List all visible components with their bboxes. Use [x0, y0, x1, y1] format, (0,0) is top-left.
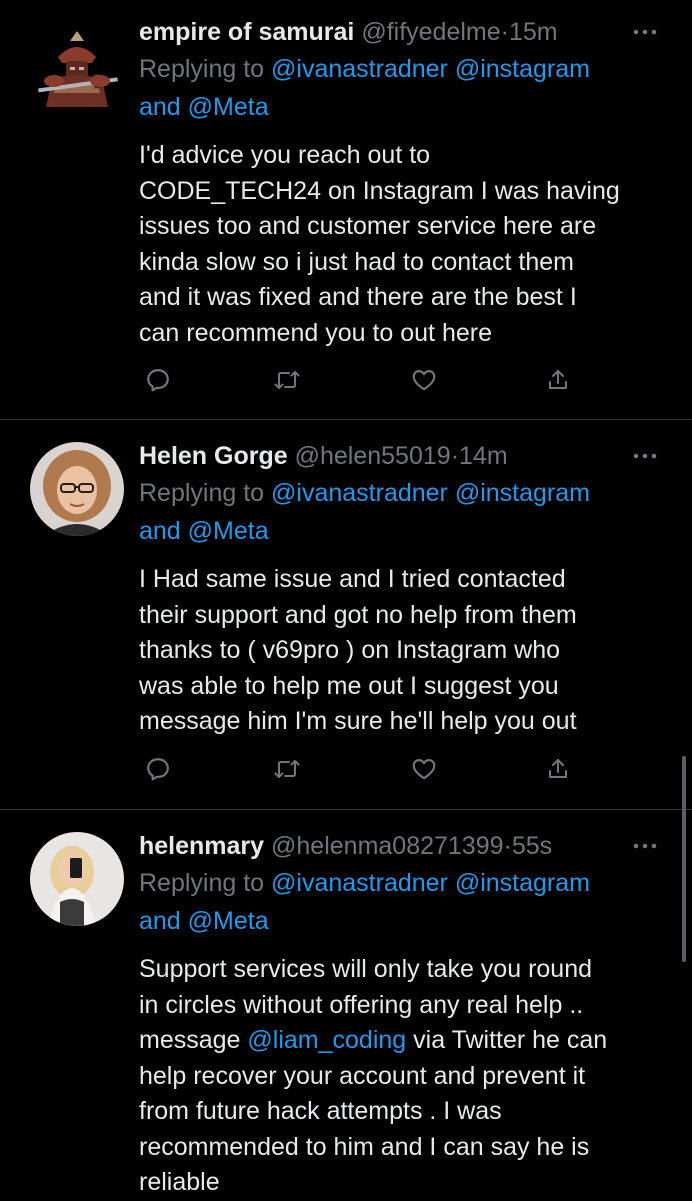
mention-link[interactable]: @ivanastradner: [271, 479, 448, 507]
mention-link[interactable]: @instagram: [455, 55, 590, 83]
more-options-icon[interactable]: [630, 14, 660, 50]
user-handle[interactable]: @helen55019: [295, 442, 451, 470]
tweet-text: I'd advice you reach out to CODE_TECH24 …: [139, 141, 620, 347]
tweet-text: I Had same issue and I tried contacted t…: [139, 565, 577, 735]
tweet[interactable]: empire of samurai @fifyedelme·15m Replyi…: [0, 0, 692, 420]
tweet-header: Helen Gorge @helen55019·14m: [139, 438, 672, 474]
display-name[interactable]: empire of samurai: [139, 18, 354, 46]
mention-link[interactable]: @instagram: [455, 479, 590, 507]
woman-glasses-avatar-icon[interactable]: [30, 442, 124, 536]
share-icon[interactable]: [543, 754, 573, 784]
more-options-icon[interactable]: [630, 828, 660, 864]
separator-dot: ·: [503, 832, 512, 860]
display-name[interactable]: Helen Gorge: [139, 442, 288, 470]
like-icon[interactable]: [409, 365, 439, 395]
reply-and-text: and: [139, 517, 181, 545]
replying-to-label: Replying to: [139, 55, 265, 83]
like-icon[interactable]: [409, 754, 439, 784]
tweet[interactable]: Helen Gorge @helen55019·14m Replying to …: [0, 420, 692, 810]
separator-dot: ·: [450, 442, 460, 470]
reply-icon[interactable]: [143, 754, 173, 784]
mention-link[interactable]: @ivanastradner: [271, 869, 448, 897]
mention-link[interactable]: @instagram: [455, 869, 590, 897]
reply-icon[interactable]: [143, 365, 173, 395]
display-name[interactable]: helenmary: [139, 832, 264, 860]
tweet-actions: [139, 365, 579, 395]
replying-to-label: Replying to: [139, 479, 265, 507]
mention-link[interactable]: @Meta: [188, 93, 269, 121]
scrollbar[interactable]: [682, 756, 686, 962]
replying-to-line: Replying to @ivanastradner @instagram an…: [139, 50, 672, 126]
mention-link[interactable]: @liam_coding: [247, 1026, 406, 1054]
samurai-avatar-icon[interactable]: [30, 27, 124, 121]
tweet-actions: [139, 754, 579, 784]
mention-link[interactable]: @ivanastradner: [271, 55, 448, 83]
woman-selfie-avatar-icon[interactable]: [30, 832, 124, 926]
tweet-text: Support services will only take you roun…: [139, 952, 672, 1201]
more-options-icon[interactable]: [630, 438, 660, 474]
replying-to-line: Replying to @ivanastradner @instagram an…: [139, 474, 672, 550]
separator-dot: ·: [500, 18, 509, 46]
tweet-header: empire of samurai @fifyedelme·15m: [139, 14, 672, 50]
user-handle[interactable]: @helenma08271399: [271, 832, 504, 860]
retweet-icon[interactable]: [272, 754, 302, 784]
user-handle[interactable]: @fifyedelme: [361, 18, 500, 46]
share-icon[interactable]: [543, 365, 573, 395]
replying-to-line: Replying to @ivanastradner @instagram an…: [139, 864, 672, 940]
timestamp[interactable]: 14m: [459, 442, 508, 470]
timestamp[interactable]: 15m: [509, 18, 558, 46]
tweet-header: helenmary @helenma08271399·55s: [139, 828, 672, 864]
reply-and-text: and: [139, 93, 181, 121]
mention-link[interactable]: @Meta: [188, 907, 269, 935]
reply-and-text: and: [139, 907, 181, 935]
tweet[interactable]: helenmary @helenma08271399·55s Replying …: [0, 810, 692, 1200]
retweet-icon[interactable]: [272, 365, 302, 395]
mention-link[interactable]: @Meta: [188, 517, 269, 545]
timestamp[interactable]: 55s: [512, 832, 552, 860]
replying-to-label: Replying to: [139, 869, 265, 897]
